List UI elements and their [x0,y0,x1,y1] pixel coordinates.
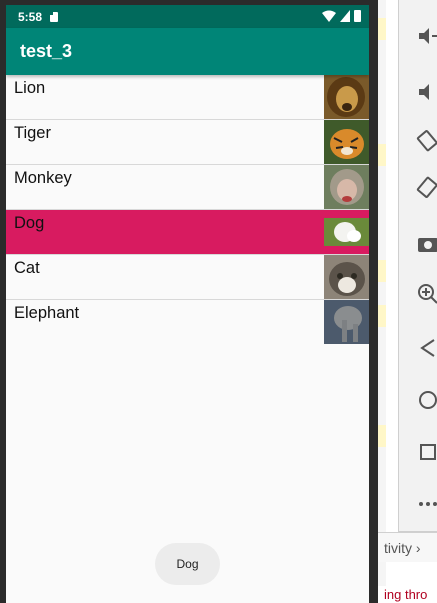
home-icon[interactable] [416,388,437,412]
app-toolbar: test_3 [6,28,369,75]
volume-up-icon[interactable] [416,80,437,104]
emulator-frame: 5:58 test_3 Lion Tiger Monkey Dog Cat El… [0,0,378,603]
status-time: 5:58 [18,9,43,24]
code-fragment [378,144,386,166]
code-fragment [378,260,386,282]
lion-thumbnail [324,75,369,119]
code-fragment [378,425,386,447]
tiger-thumbnail [324,120,369,164]
list-item-elephant[interactable]: Elephant [6,300,369,345]
list-item-lion[interactable]: Lion [6,75,369,120]
camera-icon[interactable] [416,232,437,256]
signal-icon [340,10,350,22]
cat-thumbnail [324,255,369,299]
list-item-label: Tiger [14,124,51,142]
rotate-right-icon[interactable] [416,176,437,200]
list-item-label: Monkey [14,169,72,187]
log-text: ing thro [384,587,428,602]
toast-text: Dog [176,557,199,571]
list-item-label: Dog [14,214,45,232]
monkey-thumbnail [324,165,369,209]
list-item-label: Elephant [14,304,80,322]
overview-icon[interactable] [416,440,437,464]
list-item-tiger[interactable]: Tiger [6,120,369,165]
elephant-thumbnail [324,300,369,344]
ide-tab[interactable]: tivity › [378,532,437,562]
list-item-dog[interactable]: Dog [6,210,369,255]
ide-tab-label: tivity [384,540,412,556]
list-item-label: Cat [14,259,40,277]
list-item-label: Lion [14,79,46,97]
rotate-left-icon[interactable] [416,128,437,152]
toast-message: Dog [155,543,220,585]
animal-list[interactable]: Lion Tiger Monkey Dog Cat Elephant [6,75,369,345]
more-icon[interactable] [416,492,437,516]
code-fragment [378,305,386,327]
dog-thumbnail [324,218,369,246]
chevron-right-icon: › [415,540,421,556]
sd-card-icon [50,11,59,22]
back-icon[interactable] [416,336,437,360]
device-screen: 5:58 test_3 Lion Tiger Monkey Dog Cat El… [6,5,369,603]
status-icons [322,10,361,22]
list-item-monkey[interactable]: Monkey [6,165,369,210]
list-item-cat[interactable]: Cat [6,255,369,300]
ide-log-line: ing thro [378,586,437,603]
screen-root: 5:58 test_3 Lion Tiger Monkey Dog Cat El… [0,0,437,603]
wifi-icon [322,10,336,22]
volume-down-icon[interactable] [416,24,437,48]
emulator-controls [386,0,437,603]
code-fragment [378,18,386,40]
code-editor-edge [378,0,386,603]
status-bar: 5:58 [6,5,369,28]
zoom-in-icon[interactable] [416,282,437,306]
battery-icon [354,10,361,22]
app-title: test_3 [20,41,73,61]
